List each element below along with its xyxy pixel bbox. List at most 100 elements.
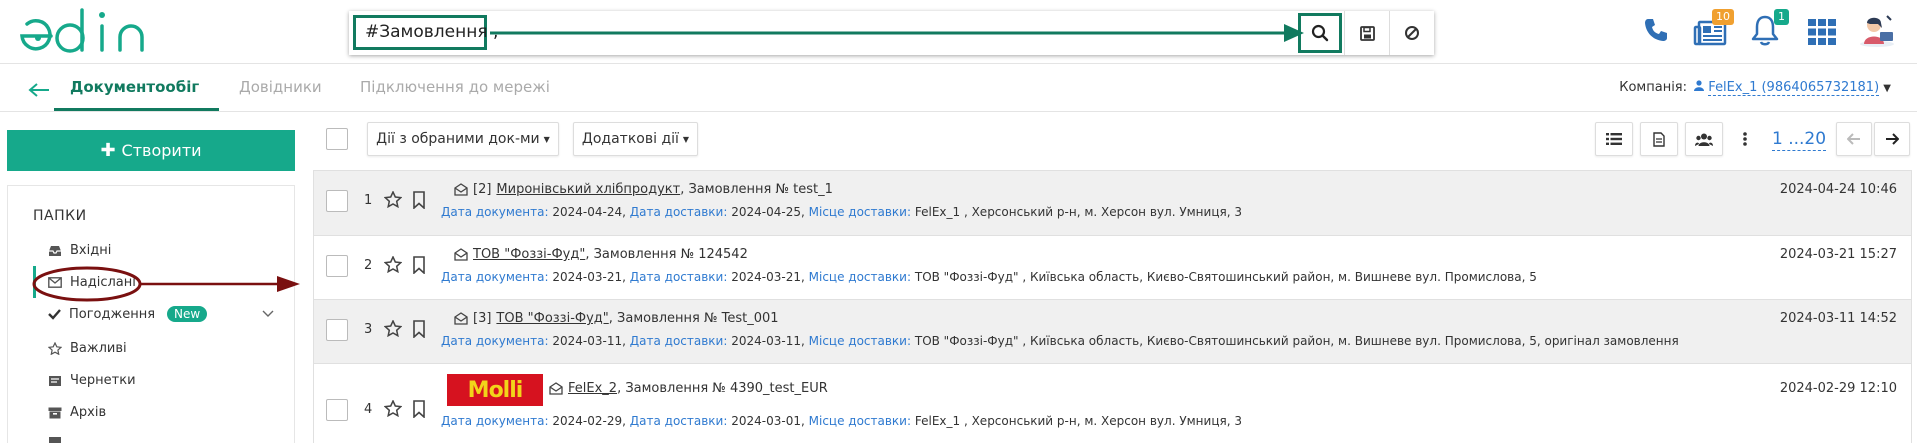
- row-title[interactable]: [3] ТОВ "Фоззі-Фуд", Замовлення № Test_00…: [454, 311, 779, 326]
- save-search-button[interactable]: [1344, 11, 1389, 55]
- sidebar-item-label: Чернетки: [70, 373, 136, 388]
- molli-logo: Molli: [447, 374, 543, 406]
- row-checkbox[interactable]: [326, 319, 348, 341]
- delivery-place-label: Місце доставки:: [808, 205, 912, 219]
- row-company[interactable]: ТОВ "Фоззі-Фуд": [496, 311, 608, 326]
- more-options-button[interactable]: [1730, 122, 1760, 156]
- doc-date: 2024-04-24,: [552, 205, 626, 219]
- row-checkbox[interactable]: [326, 190, 348, 212]
- table-row[interactable]: 3 [3] ТОВ "Фоззі-Фуд", Замовлення № Test_0…: [314, 300, 1911, 364]
- company-value[interactable]: FelEx_1 (9864065732181): [1708, 80, 1880, 96]
- delivery-date-label: Дата доставки:: [629, 205, 728, 219]
- row-meta: Дата документа: 2024-04-24, Дата доставк…: [441, 205, 1242, 219]
- sidebar-item-more[interactable]: [48, 436, 62, 443]
- messages-button[interactable]: 10: [1693, 9, 1734, 48]
- table-row[interactable]: 2 ТОВ "Фоззі-Фуд", Замовлення № 124542 Дат…: [314, 236, 1911, 300]
- users-icon: [1695, 133, 1713, 146]
- table-row[interactable]: 1 [2] Миронівський хлібпродукт, Замовлення…: [314, 171, 1911, 236]
- row-meta: Дата документа: 2024-03-11, Дата доставк…: [441, 334, 1679, 348]
- bookmark-icon[interactable]: [412, 256, 426, 274]
- delivery-place-label: Місце доставки:: [808, 414, 912, 428]
- document-view-button[interactable]: [1640, 122, 1678, 156]
- next-page-button[interactable]: [1874, 122, 1910, 156]
- row-title[interactable]: FelEx_2, Замовлення № 4390_test_EUR: [549, 381, 828, 396]
- sidebar-item-archive[interactable]: Архів: [48, 405, 106, 420]
- extra-actions-dropdown[interactable]: Додаткові дії ▼: [573, 122, 698, 156]
- user-icon: [1694, 80, 1705, 91]
- caret-down-icon: ▼: [682, 134, 690, 144]
- row-datetime: 2024-03-21 15:27: [1779, 247, 1897, 262]
- clear-search-button[interactable]: [1389, 11, 1434, 55]
- row-company[interactable]: Миронівський хлібпродукт: [496, 182, 680, 197]
- table-row[interactable]: 4 Molli FelEx_2, Замовлення № 4390_test_EU…: [314, 364, 1911, 443]
- inbox-icon: [49, 245, 61, 256]
- delivery-date: 2024-03-21,: [731, 270, 805, 284]
- doc-date-label: Дата документа:: [441, 414, 549, 428]
- row-company[interactable]: FelEx_2: [568, 381, 617, 396]
- edin-logo[interactable]: [18, 6, 163, 56]
- row-meta: Дата документа: 2024-03-21, Дата доставк…: [441, 270, 1537, 284]
- avatar[interactable]: [1858, 14, 1896, 48]
- star-icon[interactable]: [384, 400, 402, 417]
- row-doc-title: , Замовлення № Test_001: [608, 311, 779, 326]
- envelope-open-icon: [454, 183, 468, 196]
- page-range[interactable]: 1 ...20: [1772, 128, 1827, 151]
- row-title[interactable]: ТОВ "Фоззі-Фуд", Замовлення № 124542: [454, 247, 748, 262]
- search-arrow-annotation: [490, 24, 1304, 42]
- company-label: Компанія:: [1619, 80, 1688, 95]
- row-title[interactable]: [2] Миронівський хлібпродукт, Замовлення …: [454, 182, 833, 197]
- chevron-down-icon: ▼: [1883, 83, 1891, 94]
- tab-network-connection[interactable]: Підключення до мережі: [360, 78, 550, 96]
- phone-icon[interactable]: [1642, 16, 1670, 44]
- create-button-label: Створити: [121, 141, 202, 160]
- document-icon: [1653, 131, 1665, 147]
- top-bar: #Замовлення , 10 1: [0, 0, 1917, 64]
- sidebar-item-label: Вхідні: [70, 243, 112, 258]
- sidebar-item-important[interactable]: Важливі: [48, 341, 127, 356]
- tab-document-flow[interactable]: Документообіг: [54, 78, 220, 111]
- doc-date: 2024-02-29,: [552, 414, 626, 428]
- sidebar-item-inbox[interactable]: Вхідні: [48, 243, 111, 258]
- row-checkbox[interactable]: [326, 399, 348, 421]
- bulk-actions-dropdown[interactable]: Дії з обраними док-ми ▼: [367, 122, 559, 156]
- row-checkbox[interactable]: [326, 255, 348, 277]
- check-icon: [48, 308, 61, 320]
- notifications-button[interactable]: 1: [1750, 9, 1789, 48]
- row-number: 2: [364, 258, 373, 273]
- app: #Замовлення , 10 1 Документообіг Довідни…: [0, 0, 1917, 443]
- back-arrow-icon[interactable]: [28, 82, 50, 98]
- sidebar-item-label: Архів: [70, 405, 107, 420]
- delivery-date-label: Дата доставки:: [629, 270, 728, 284]
- doc-date: 2024-03-21,: [552, 270, 626, 284]
- prev-page-button[interactable]: [1836, 122, 1872, 156]
- arrow-left-icon: [1847, 133, 1860, 145]
- chevron-down-icon[interactable]: [262, 310, 274, 318]
- kebab-icon: [1743, 132, 1747, 146]
- bulk-actions-label: Дії з обраними док-ми: [376, 131, 540, 147]
- delivery-date: 2024-04-25,: [731, 205, 805, 219]
- sidebar-item-label: Важливі: [70, 341, 127, 356]
- list-view-button[interactable]: [1595, 122, 1633, 156]
- envelope-open-icon: [454, 312, 468, 325]
- bookmark-icon[interactable]: [412, 400, 426, 418]
- star-icon[interactable]: [384, 191, 402, 208]
- delivery-place: ТОВ "Фоззі-Фуд" , Київська область, Києв…: [914, 270, 1537, 284]
- bookmark-icon[interactable]: [412, 320, 426, 338]
- row-doc-title: , Замовлення № test_1: [680, 182, 833, 197]
- create-button[interactable]: ✚ Створити: [7, 130, 295, 171]
- bookmark-icon[interactable]: [412, 191, 426, 209]
- group-view-button[interactable]: [1685, 122, 1723, 156]
- star-icon[interactable]: [384, 256, 402, 273]
- star-icon: [48, 342, 62, 355]
- star-icon[interactable]: [384, 320, 402, 337]
- delivery-date-label: Дата доставки:: [629, 334, 728, 348]
- select-all-checkbox[interactable]: [326, 128, 348, 150]
- sidebar-item-drafts[interactable]: Чернетки: [48, 373, 136, 388]
- doc-date-label: Дата документа:: [441, 205, 549, 219]
- tab-directories[interactable]: Довідники: [239, 78, 322, 96]
- search-input[interactable]: #Замовлення ,: [353, 15, 498, 50]
- delivery-place: FelEx_1 , Херсонський р-н, м. Херсон вул…: [914, 414, 1242, 428]
- company-selector[interactable]: Компанія: FelEx_1 (9864065732181) ▼: [1619, 80, 1891, 96]
- row-company[interactable]: ТОВ "Фоззі-Фуд": [473, 247, 585, 262]
- apps-grid-icon[interactable]: [1808, 19, 1836, 45]
